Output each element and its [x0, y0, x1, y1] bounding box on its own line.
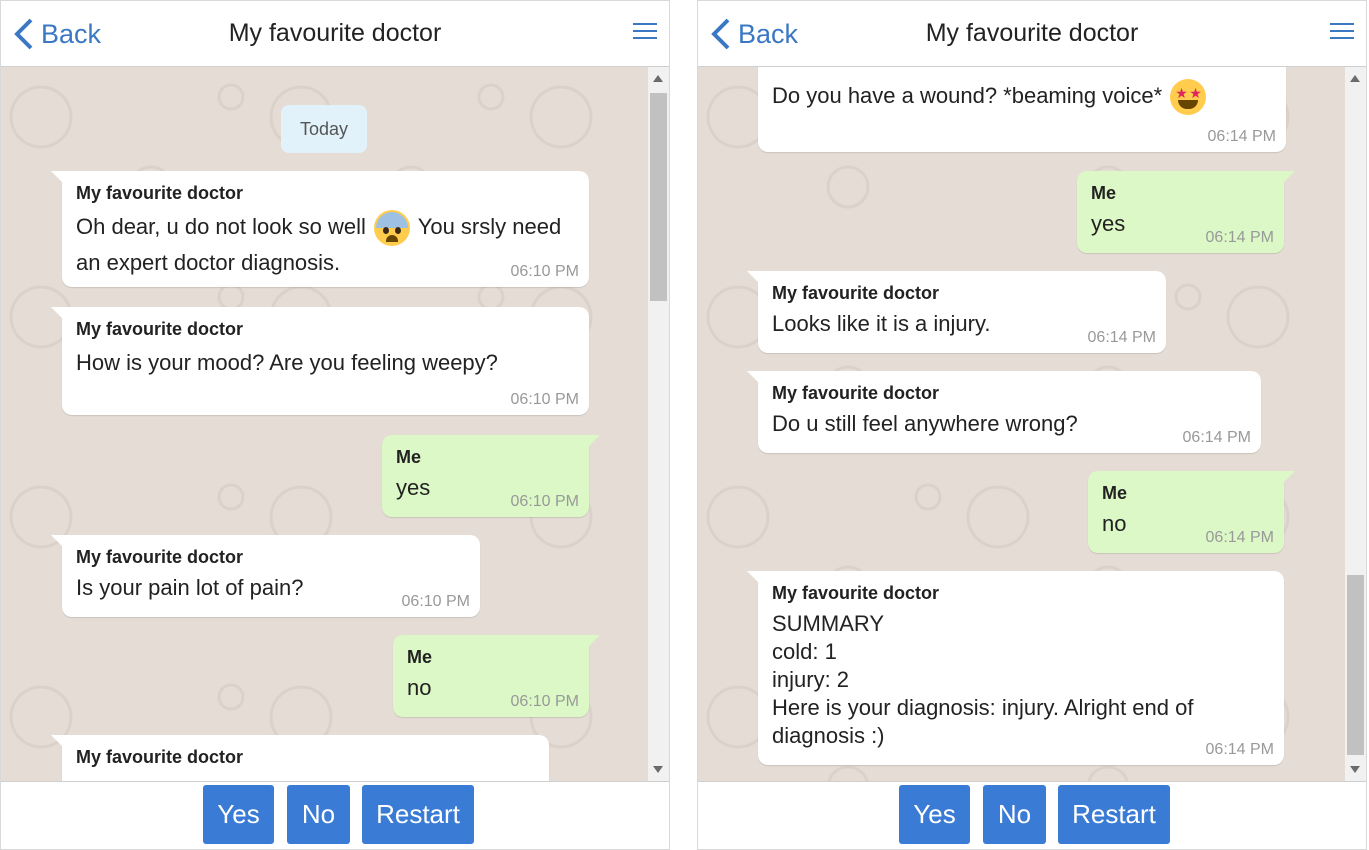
message-time: 06:10 PM — [510, 391, 579, 408]
message-bubble: My favourite doctor SUMMARY cold: 1 inju… — [747, 571, 1284, 765]
message-sender: My favourite doctor — [772, 283, 940, 303]
message-time: 06:14 PM — [1087, 329, 1156, 346]
summary-line: injury: 2 — [772, 667, 850, 692]
message-text: How is your mood? Are you feeling weepy? — [76, 350, 498, 375]
message-time: 06:10 PM — [510, 693, 579, 710]
restart-button[interactable]: Restart — [362, 785, 474, 844]
message-text: Oh dear, u do not look so well — [76, 214, 366, 239]
message-bubble: My favourite doctor — [51, 735, 549, 781]
no-button[interactable]: No — [983, 785, 1046, 844]
message-bubble: Me no 06:14 PM — [1088, 471, 1295, 553]
restart-button[interactable]: Restart — [1058, 785, 1170, 844]
page-title: My favourite doctor — [228, 19, 442, 47]
page-title: My favourite doctor — [925, 19, 1139, 47]
star-struck-emoji-icon: ★ ★ — [1170, 79, 1207, 116]
chat-window-right: Back My favourite doctor Do you have a w… — [697, 0, 1367, 850]
yes-button[interactable]: Yes — [899, 785, 970, 844]
message-sender: My favourite doctor — [772, 383, 940, 403]
message-text: Do u still feel anywhere wrong? — [772, 411, 1078, 436]
scrollbar[interactable] — [1345, 67, 1366, 781]
message-time: 06:14 PM — [1205, 741, 1274, 758]
message-time: 06:14 PM — [1205, 529, 1274, 546]
message-time: 06:10 PM — [401, 593, 470, 610]
message-sender: My favourite doctor — [76, 747, 244, 767]
message-bubble: Me no 06:10 PM — [393, 635, 600, 717]
summary-line: diagnosis :) — [772, 723, 885, 748]
message-sender: My favourite doctor — [76, 319, 244, 339]
message-sender: Me — [407, 647, 433, 667]
message-text: Do you have a wound? *beaming voice* — [772, 83, 1163, 108]
message-sender: Me — [1102, 483, 1128, 503]
yes-button[interactable]: Yes — [203, 785, 274, 844]
summary-line: Here is your diagnosis: injury. Alright … — [772, 695, 1194, 720]
fearful-face-emoji-icon — [373, 210, 410, 247]
message-bubble: Me yes 06:10 PM — [382, 435, 600, 517]
message-bubble: Do you have a wound? *beaming voice* ★ ★ … — [758, 67, 1286, 152]
header: Back My favourite doctor — [698, 1, 1366, 67]
chevron-left-icon — [711, 18, 730, 50]
message-sender: My favourite doctor — [772, 583, 940, 603]
message-sender: Me — [396, 447, 422, 467]
chat-window-left: Back My favourite doctor Today My favour… — [0, 0, 670, 850]
scroll-up-arrow-icon[interactable] — [1350, 75, 1360, 82]
message-sender: My favourite doctor — [76, 183, 244, 203]
scroll-thumb[interactable] — [1347, 575, 1364, 755]
message-time: 06:10 PM — [510, 263, 579, 280]
message-time: 06:10 PM — [510, 493, 579, 510]
message-bubble: My favourite doctor How is your mood? Ar… — [51, 307, 589, 415]
chat-area[interactable]: Do you have a wound? *beaming voice* ★ ★ … — [698, 67, 1346, 781]
scroll-up-arrow-icon[interactable] — [653, 75, 663, 82]
scroll-thumb[interactable] — [650, 93, 667, 301]
scrollbar[interactable] — [648, 67, 669, 781]
hamburger-menu-icon[interactable] — [1330, 23, 1354, 43]
back-button[interactable]: Back — [710, 15, 798, 53]
summary-line: SUMMARY — [772, 611, 885, 636]
back-label: Back — [41, 18, 102, 49]
chevron-left-icon — [14, 18, 33, 50]
scroll-down-arrow-icon[interactable] — [653, 766, 663, 773]
hamburger-menu-icon[interactable] — [633, 23, 657, 43]
message-sender: My favourite doctor — [76, 547, 244, 567]
message-time: 06:14 PM — [1207, 128, 1276, 145]
message-bubble: My favourite doctor Do u still feel anyw… — [747, 371, 1261, 453]
scroll-down-arrow-icon[interactable] — [1350, 766, 1360, 773]
quick-reply-bar: Yes No Restart — [698, 781, 1366, 849]
message-bubble: My favourite doctor Oh dear, u do not lo… — [51, 171, 589, 287]
message-bubble: Me yes 06:14 PM — [1077, 171, 1295, 253]
summary-line: cold: 1 — [772, 639, 837, 664]
date-separator: Today — [281, 105, 367, 153]
no-button[interactable]: No — [287, 785, 350, 844]
message-time: 06:14 PM — [1182, 429, 1251, 446]
header: Back My favourite doctor — [1, 1, 669, 67]
quick-reply-bar: Yes No Restart — [1, 781, 669, 849]
message-bubble: My favourite doctor Looks like it is a i… — [747, 271, 1166, 353]
back-button[interactable]: Back — [13, 15, 101, 53]
message-sender: Me — [1091, 183, 1117, 203]
message-text: SUMMARY cold: 1 injury: 2 Here is your d… — [772, 610, 1270, 750]
chat-area[interactable]: Today My favourite doctor Oh dear, u do … — [1, 67, 649, 781]
back-label: Back — [738, 18, 799, 49]
message-time: 06:14 PM — [1205, 229, 1274, 246]
message-bubble: My favourite doctor Is your pain lot of … — [51, 535, 480, 617]
